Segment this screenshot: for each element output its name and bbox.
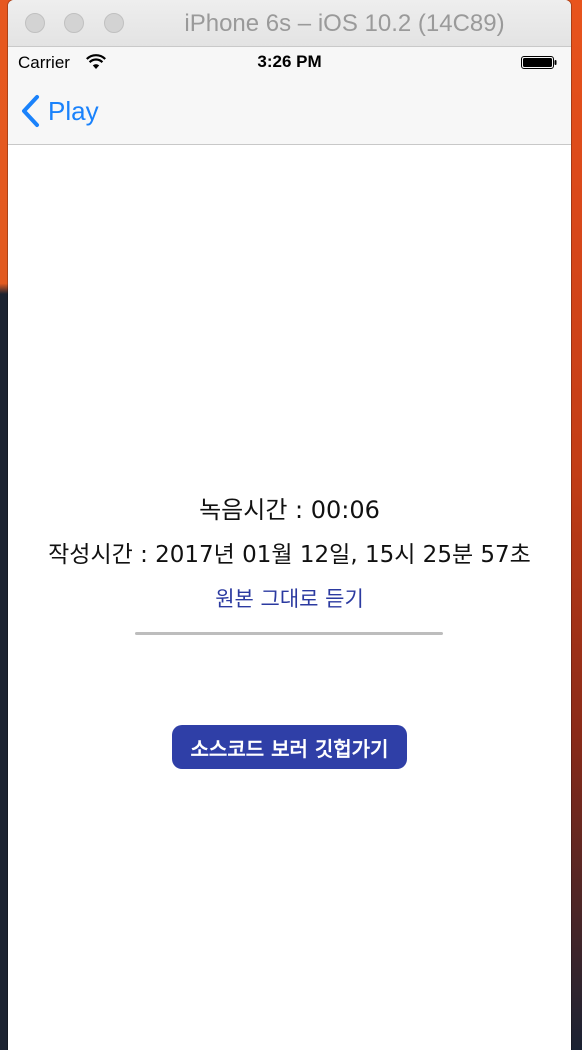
battery-icon: [521, 56, 557, 69]
window-titlebar: iPhone 6s – iOS 10.2 (14C89): [8, 0, 571, 47]
playback-progress[interactable]: [135, 632, 443, 635]
phone-screen: Carrier 3:26 PM Play 녹음시간 : 00:06 작성시간:…: [8, 47, 571, 1050]
chevron-left-icon: [22, 95, 39, 127]
window-title: iPhone 6s – iOS 10.2 (14C89): [184, 10, 505, 37]
desktop-wallpaper-edge: [0, 0, 8, 1050]
status-time: 3:26 PM: [257, 52, 322, 71]
recording-duration: 녹음시간 : 00:06: [199, 496, 380, 524]
content-area: 녹음시간 : 00:06 작성시간 : 2017년 01월 12일, 15시 2…: [8, 145, 571, 1050]
status-bar: Carrier 3:26 PM: [8, 47, 571, 77]
back-button-label: Play: [48, 95, 99, 126]
created-at-label: 작성시간 : 2017년 01월 12일, 15시 25분 57초: [48, 542, 531, 568]
simulator-window: iPhone 6s – iOS 10.2 (14C89) Carrier 3:2…: [8, 0, 571, 1050]
github-source-button[interactable]: 소스코드 보러 깃헙가기: [172, 725, 407, 769]
navigation-bar: Play: [8, 77, 571, 145]
listen-original-button[interactable]: 원본 그대로 듣기: [8, 583, 571, 613]
back-button[interactable]: Play: [20, 91, 99, 131]
